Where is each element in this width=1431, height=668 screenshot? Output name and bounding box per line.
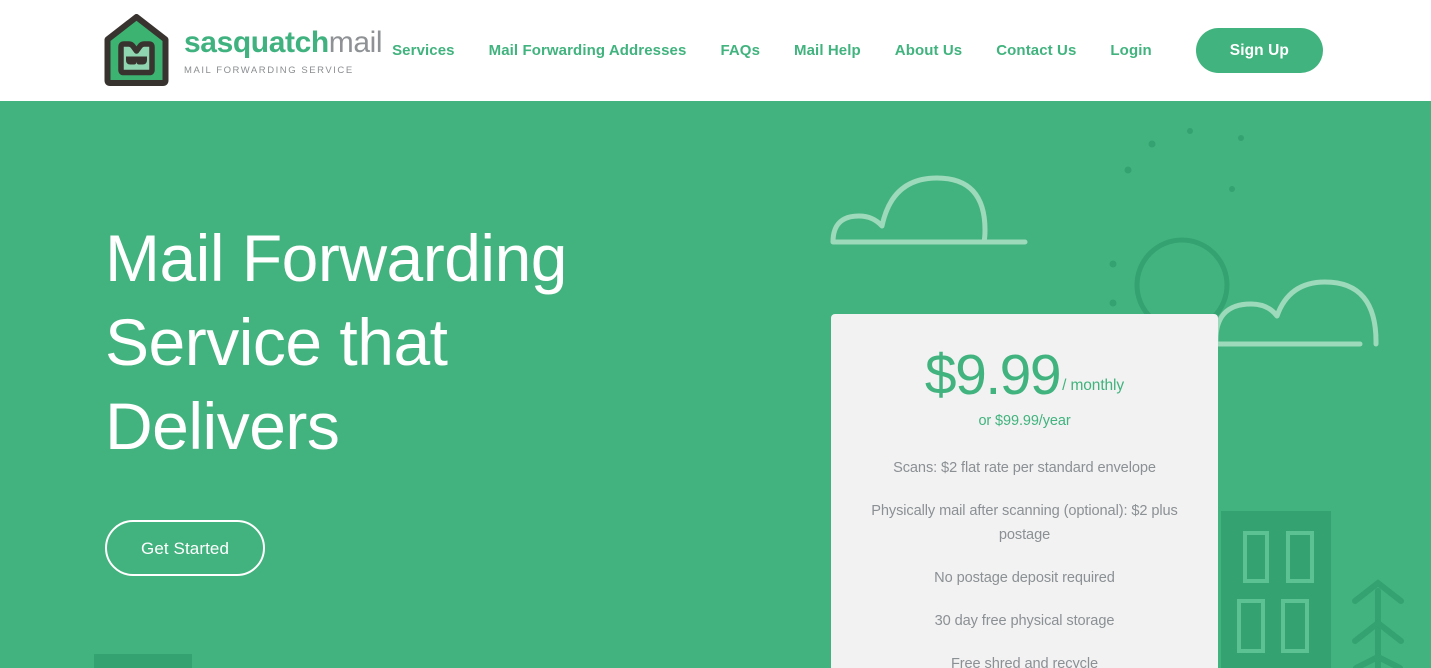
- nav-item-mail-forwarding-addresses[interactable]: Mail Forwarding Addresses: [472, 42, 704, 59]
- tree-icon: [1352, 579, 1404, 668]
- price-amount: $9.99: [924, 343, 1062, 407]
- building-right-shape: [1221, 511, 1331, 668]
- sign-up-button[interactable]: Sign Up: [1195, 28, 1323, 73]
- price-period: / monthly: [1062, 376, 1125, 394]
- building-left-shape: [94, 654, 192, 668]
- feature-item: Scans: $2 flat rate per standard envelop…: [893, 460, 1156, 477]
- nav-item-mail-help[interactable]: Mail Help: [777, 42, 878, 59]
- brand-text: sasquatchmail MAIL FORWARDING SERVICE: [184, 24, 383, 77]
- nav-item-services[interactable]: Services: [375, 42, 472, 59]
- cloud-left-icon: [830, 175, 1028, 245]
- pricing-card: $9.99 / monthly or $99.99/year Scans: $2…: [831, 314, 1218, 668]
- brand-logo-link[interactable]: sasquatchmail MAIL FORWARDING SERVICE: [103, 14, 383, 86]
- feature-item: Free shred and recycle: [950, 656, 1099, 668]
- feature-item: 30 day free physical storage: [934, 613, 1115, 630]
- brand-word-primary: sasquatch: [184, 26, 329, 59]
- feature-item: No postage deposit required: [934, 570, 1115, 587]
- get-started-button[interactable]: Get Started: [105, 520, 266, 576]
- price-headline: $9.99 / monthly: [853, 343, 1196, 407]
- nav-item-contact-us[interactable]: Contact Us: [979, 42, 1093, 59]
- price-alternate: or $99.99/year: [978, 413, 1071, 430]
- site-header: sasquatchmail MAIL FORWARDING SERVICE Se…: [0, 0, 1431, 101]
- nav-item-faqs[interactable]: FAQs: [703, 42, 777, 59]
- hero-section: Mail Forwarding Service that Delivers Ge…: [0, 101, 1431, 668]
- feature-list: Scans: $2 flat rate per standard envelop…: [853, 456, 1196, 668]
- feature-item: Physically mail after scanning (optional…: [871, 503, 1178, 544]
- sasquatch-house-logo-icon: [104, 14, 169, 86]
- brand-wordmark: sasquatchmail: [184, 26, 383, 59]
- brand-tagline: MAIL FORWARDING SERVICE: [184, 65, 354, 76]
- nav-item-about-us[interactable]: About Us: [878, 42, 979, 59]
- cloud-right-icon: [1213, 279, 1379, 347]
- landing-page: sasquatchmail MAIL FORWARDING SERVICE Se…: [0, 0, 1431, 668]
- hero-content: Mail Forwarding Service that Delivers Ge…: [105, 216, 567, 576]
- main-navigation: Services Mail Forwarding Addresses FAQs …: [375, 0, 1323, 101]
- page-title: Mail Forwarding Service that Delivers: [105, 221, 567, 463]
- nav-item-login[interactable]: Login: [1093, 42, 1168, 59]
